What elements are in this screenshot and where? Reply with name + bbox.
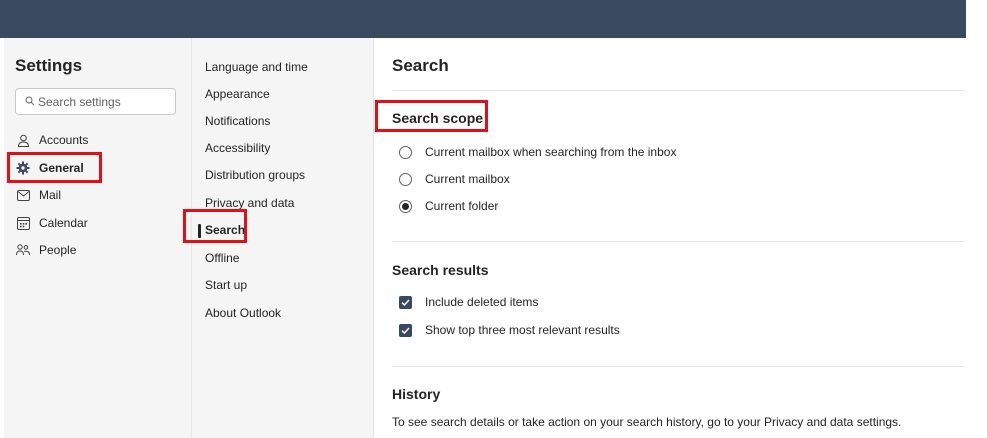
nav-item-people[interactable]: People xyxy=(16,239,181,261)
nav-item-label: People xyxy=(39,243,77,257)
search-settings-input[interactable] xyxy=(38,93,173,111)
search-scope-heading: Search scope xyxy=(392,110,484,126)
checkbox-show-top-three[interactable]: Show top three most relevant results xyxy=(399,321,620,339)
nav-item-general[interactable]: General xyxy=(16,157,181,179)
settings-sidebar: Settings Accounts xyxy=(4,38,192,438)
nav-item-accounts[interactable]: Accounts xyxy=(16,129,181,151)
search-settings-pane: Search Search scope Current mailbox when… xyxy=(374,38,966,438)
nav-item-label: Calendar xyxy=(39,216,88,230)
subnav-item-start-up[interactable]: Start up xyxy=(205,274,365,296)
app-top-bar xyxy=(0,0,966,38)
subnav-item-search[interactable]: Search xyxy=(198,219,365,241)
checkmark-icon xyxy=(401,326,410,334)
subnav-item-offline[interactable]: Offline xyxy=(205,247,365,269)
radio-button-selected[interactable] xyxy=(399,199,412,213)
nav-item-label: General xyxy=(39,161,84,175)
radio-current-mailbox-inbox[interactable]: Current mailbox when searching from the … xyxy=(399,143,676,161)
mail-icon xyxy=(16,188,30,202)
checkbox-checked[interactable] xyxy=(399,295,412,309)
settings-title: Settings xyxy=(15,56,83,75)
history-heading: History xyxy=(392,386,441,402)
checkbox-checked[interactable] xyxy=(399,323,412,337)
checkbox-label: Show top three most relevant results xyxy=(425,323,620,337)
subnav-item-appearance[interactable]: Appearance xyxy=(205,83,365,105)
checkbox-include-deleted-items[interactable]: Include deleted items xyxy=(399,293,538,311)
subnav-item-notifications[interactable]: Notifications xyxy=(205,110,365,132)
radio-current-folder[interactable]: Current folder xyxy=(399,197,498,215)
page-title: Search xyxy=(392,56,449,75)
nav-item-mail[interactable]: Mail xyxy=(16,184,181,206)
search-icon xyxy=(25,96,35,106)
subnav-item-about-outlook[interactable]: About Outlook xyxy=(205,302,365,324)
subnav-item-privacy-and-data[interactable]: Privacy and data xyxy=(205,192,365,214)
checkbox-label: Include deleted items xyxy=(425,295,539,309)
history-description: To see search details or take action on … xyxy=(392,415,902,429)
nav-item-label: Accounts xyxy=(39,133,89,147)
radio-button[interactable] xyxy=(399,145,412,159)
gear-icon xyxy=(16,161,30,175)
radio-label: Current folder xyxy=(425,199,499,213)
subnav-item-distribution-groups[interactable]: Distribution groups xyxy=(205,164,365,186)
nav-item-label: Mail xyxy=(39,188,62,202)
search-results-heading: Search results xyxy=(392,262,489,278)
nav-item-calendar[interactable]: Calendar xyxy=(16,212,181,234)
subnav-item-label: Search xyxy=(205,223,246,237)
radio-current-mailbox[interactable]: Current mailbox xyxy=(399,170,510,188)
radio-label: Current mailbox when searching from the … xyxy=(425,145,677,159)
selection-indicator xyxy=(198,224,201,238)
radio-label: Current mailbox xyxy=(425,172,510,186)
search-settings-box[interactable] xyxy=(15,88,176,115)
divider xyxy=(392,366,964,367)
divider xyxy=(392,90,964,91)
people-icon xyxy=(16,243,30,257)
subnav-item-accessibility[interactable]: Accessibility xyxy=(205,137,365,159)
radio-button[interactable] xyxy=(399,172,412,186)
calendar-icon xyxy=(16,216,30,230)
subnav-item-language-and-time[interactable]: Language and time xyxy=(205,56,365,78)
divider xyxy=(392,241,964,242)
checkmark-icon xyxy=(401,298,410,306)
general-subnav: Language and time Appearance Notificatio… xyxy=(192,38,374,438)
person-icon xyxy=(16,133,30,147)
